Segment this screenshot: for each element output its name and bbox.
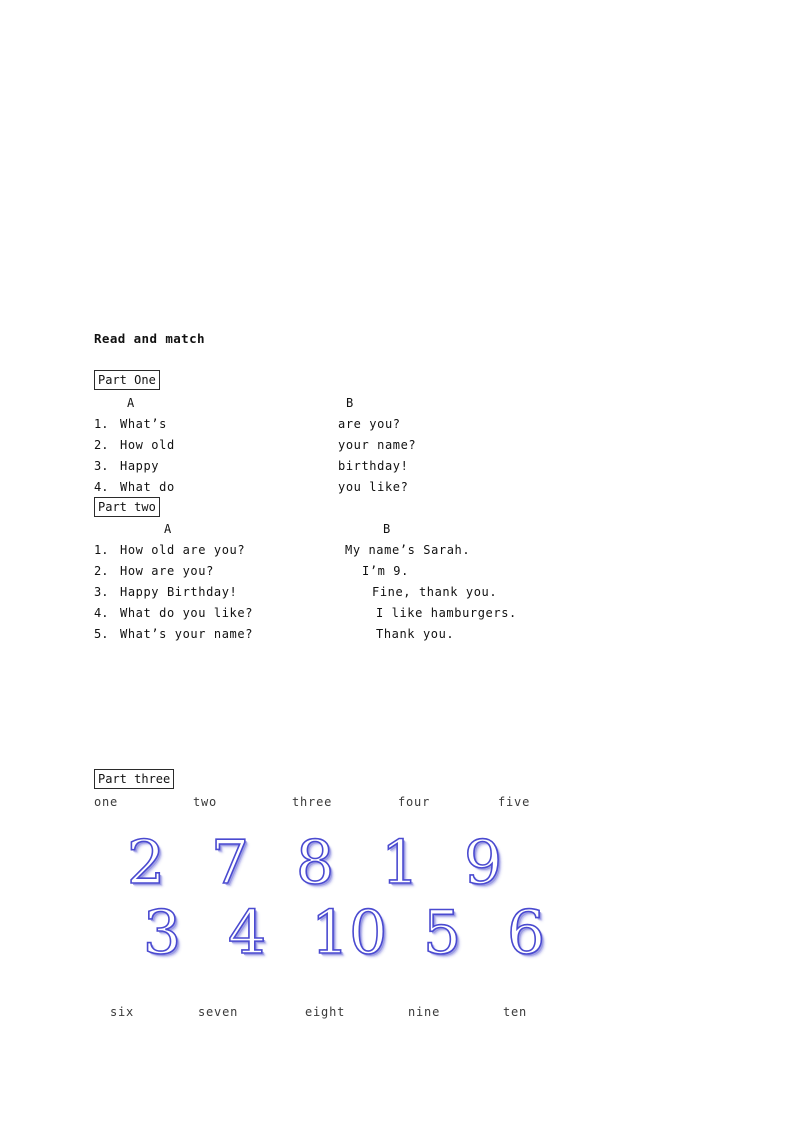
part-three-label: Part three [94,769,175,789]
row-text: What do you like? [120,606,254,620]
part-one-label: Part One [94,370,160,390]
number-word-nine: nine [408,1005,441,1019]
part-two-row-b-5: Thank you. [376,627,455,641]
part-two-row-b-3: Fine, thank you. [372,585,498,599]
row-number: 5. [94,627,109,641]
wordart-digit-3: 3 [142,898,182,968]
part-two-row-a-1: 1. How old are you? [94,543,245,557]
part-two-row-b-2: I’m 9. [362,564,409,578]
wordart-digit-1: 1 [380,828,420,898]
wordart-digit-9: 9 [463,828,503,898]
wordart-digit-2: 2 [126,828,166,898]
part-one-column-b-header: B [346,396,354,410]
wordart-digit-5: 5 [422,898,462,968]
part-one-row-b-2: your name? [338,438,417,452]
part-two-column-a-header: A [164,522,172,536]
part-two-row-a-3: 3. Happy Birthday! [94,585,237,599]
row-number: 2. [94,564,109,578]
row-number: 1. [94,417,109,431]
row-number: 3. [94,585,109,599]
row-text: How old are you? [120,543,246,557]
part-two-row-b-1: My name’s Sarah. [345,543,471,557]
part-two-row-a-4: 4. What do you like? [94,606,253,620]
row-text: Happy [120,459,160,473]
part-one-row-b-1: are you? [338,417,401,431]
row-number: 4. [94,606,109,620]
row-number: 2. [94,438,109,452]
part-two-row-a-2: 2. How are you? [94,564,214,578]
part-one-row-a-2: 2. How old [94,438,175,452]
part-one-row-b-3: birthday! [338,459,409,473]
number-word-three: three [292,795,333,809]
number-word-ten: ten [503,1005,528,1019]
number-word-five: five [498,795,531,809]
row-text: Happy Birthday! [120,585,238,599]
number-word-four: four [398,795,431,809]
page-title: Read and match [94,331,205,346]
row-number: 3. [94,459,109,473]
number-word-seven: seven [198,1005,239,1019]
row-number: 1. [94,543,109,557]
part-two-column-b-header: B [383,522,391,536]
number-word-six: six [110,1005,135,1019]
wordart-digit-7: 7 [210,828,250,898]
wordart-digit-8: 8 [295,828,335,898]
part-one-row-a-1: 1. What’s [94,417,167,431]
part-one-row-a-4: 4. What do [94,480,175,494]
row-number: 4. [94,480,109,494]
wordart-digit-6: 6 [506,898,546,968]
part-one-column-a-header: A [127,396,135,410]
wordart-digit-4: 4 [227,898,267,968]
part-one-row-a-3: 3. Happy [94,459,159,473]
part-two-row-a-5: 5. What’s your name? [94,627,253,641]
part-one-row-b-4: you like? [338,480,409,494]
part-two-label: Part two [94,497,160,517]
number-word-two: two [193,795,218,809]
number-word-eight: eight [305,1005,346,1019]
row-text: What’s your name? [120,627,254,641]
number-word-one: one [94,795,119,809]
part-two-row-b-4: I like hamburgers. [376,606,517,620]
row-text: What do [120,480,175,494]
document-page: Read and match Part One A B 1. What’s 2. H… [0,0,800,1132]
row-text: What’s [120,417,167,431]
row-text: How old [120,438,175,452]
row-text: How are you? [120,564,214,578]
wordart-digit-10: 10 [310,898,388,968]
